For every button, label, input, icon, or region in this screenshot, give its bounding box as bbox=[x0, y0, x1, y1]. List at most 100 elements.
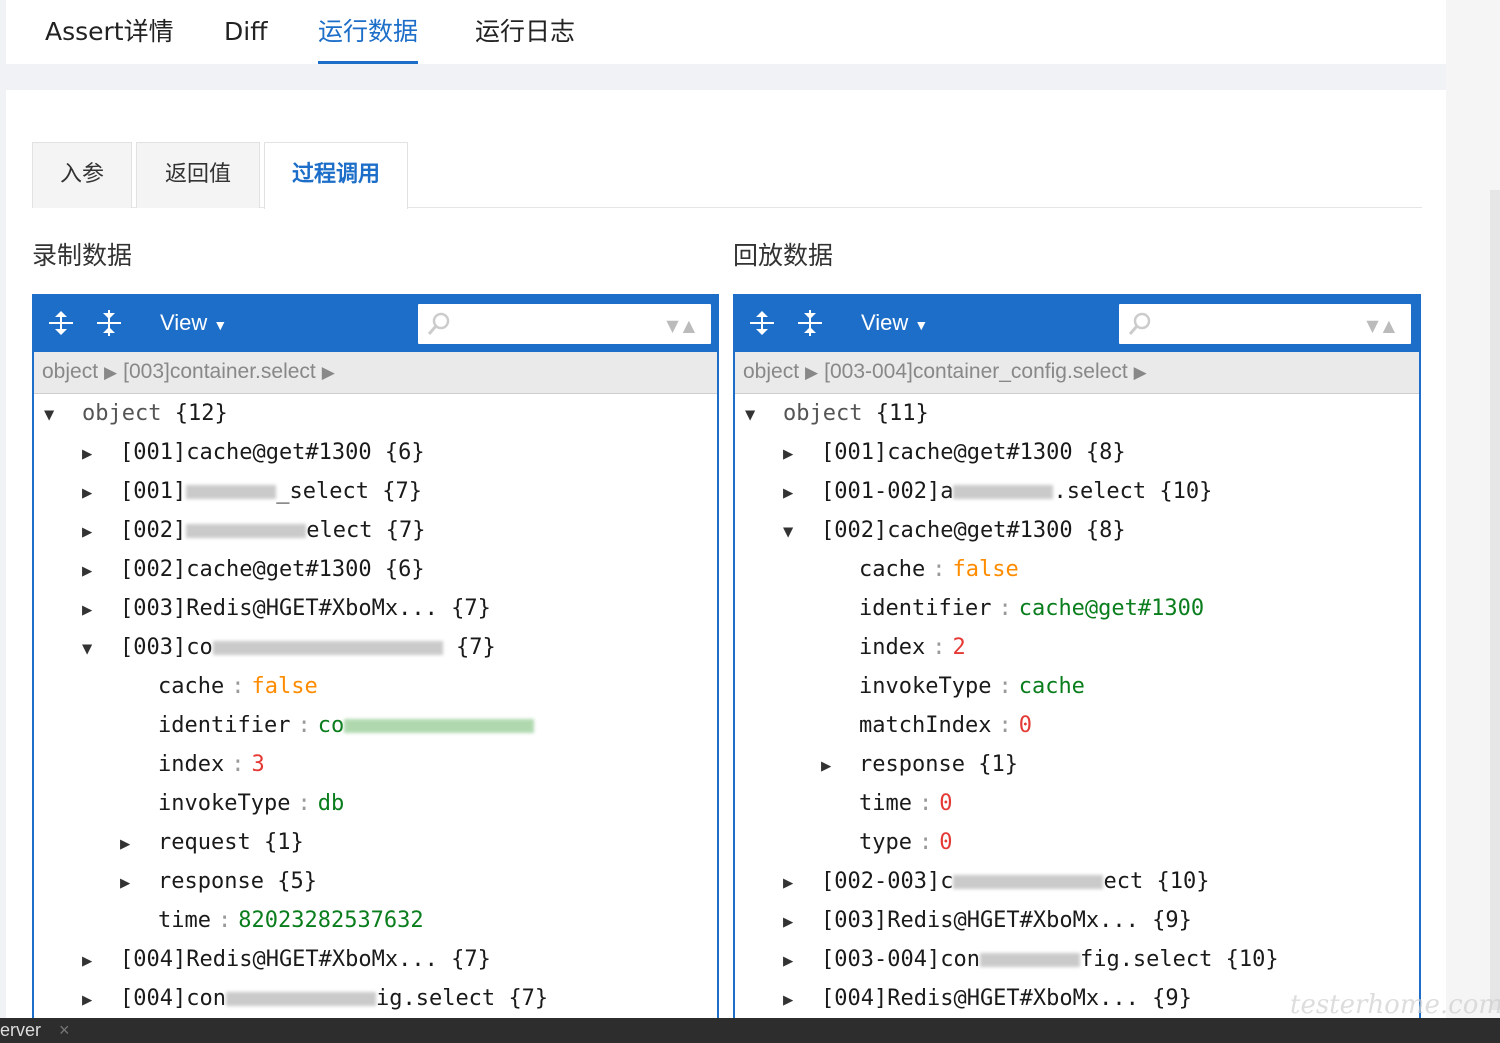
tree-row[interactable]: ▶ response {1} bbox=[821, 745, 1018, 784]
tree-row[interactable]: ▶ [003]Redis@HGET#XboMx... {9} bbox=[783, 901, 1192, 940]
tree-row[interactable]: ▶ [001]cache@get#1300 {6} bbox=[82, 433, 425, 472]
triangle-right-icon[interactable]: ▶ bbox=[783, 903, 821, 942]
triangle-right-icon[interactable]: ▶ bbox=[82, 513, 120, 552]
triangle-right-icon[interactable]: ▶ bbox=[322, 363, 335, 382]
breadcrumb-item[interactable]: object bbox=[743, 360, 799, 383]
node-count: {8} bbox=[1085, 518, 1126, 543]
tree-root-row[interactable]: ▼ object {12} bbox=[44, 394, 228, 433]
triangle-right-icon[interactable]: ▶ bbox=[783, 435, 821, 474]
node-key: time bbox=[158, 908, 211, 933]
editor-menu: View ▼ ▼▲ bbox=[735, 296, 1419, 352]
tree-leaf[interactable]: time:0 bbox=[859, 784, 952, 823]
tree-leaf[interactable]: index:2 bbox=[859, 628, 966, 667]
tree-row[interactable]: ▶ [002-003]c ect {10} bbox=[783, 862, 1209, 901]
redacted-block bbox=[953, 875, 1104, 889]
breadcrumb-item[interactable]: [003]container.select bbox=[123, 360, 316, 383]
triangle-down-icon[interactable]: ▼ bbox=[44, 396, 82, 435]
tree-root-row[interactable]: ▼ object {11} bbox=[745, 394, 929, 433]
node-key: [002-003]c bbox=[821, 869, 954, 894]
node-count: {10} bbox=[1225, 947, 1279, 972]
triangle-right-icon[interactable]: ▶ bbox=[1134, 363, 1147, 382]
node-value: 0 bbox=[939, 791, 953, 816]
tree-leaf[interactable]: identifier: co bbox=[158, 706, 535, 745]
tree-leaf[interactable]: time:82023282537632 bbox=[158, 901, 424, 940]
node-value: co bbox=[317, 713, 345, 738]
redacted-block bbox=[953, 485, 1054, 499]
node-key-suffix: .select bbox=[1053, 479, 1147, 504]
tree-leaf[interactable]: invokeType: db bbox=[158, 784, 344, 823]
tree-row[interactable]: ▶ request {1} bbox=[120, 823, 304, 862]
tree-row[interactable]: ▶ [002]cache@get#1300 {6} bbox=[82, 550, 425, 589]
tree-row[interactable]: ▶ [003-004]con fig.select {10} bbox=[783, 940, 1279, 979]
triangle-right-icon[interactable]: ▶ bbox=[82, 942, 120, 981]
node-key: time bbox=[859, 791, 912, 816]
tree-leaf[interactable]: type:0 bbox=[859, 823, 952, 862]
tab-diff[interactable]: Diff bbox=[224, 12, 267, 64]
tree-leaf[interactable]: index:3 bbox=[158, 745, 265, 784]
taskbar-tab-label[interactable]: erver bbox=[0, 1020, 41, 1040]
triangle-right-icon[interactable]: ▶ bbox=[82, 435, 120, 474]
tree-row[interactable]: ▶ [002] elect {7} bbox=[82, 511, 425, 550]
expand-all-icon[interactable] bbox=[747, 308, 777, 338]
close-icon[interactable]: × bbox=[59, 1020, 70, 1040]
node-count: {7} bbox=[451, 596, 491, 621]
triangle-right-icon[interactable]: ▶ bbox=[783, 864, 821, 903]
triangle-right-icon[interactable]: ▶ bbox=[783, 942, 821, 981]
collapse-all-icon[interactable] bbox=[795, 308, 825, 338]
expand-all-icon[interactable] bbox=[46, 308, 76, 338]
triangle-right-icon[interactable]: ▶ bbox=[783, 474, 821, 513]
page-scrollbar[interactable] bbox=[1490, 190, 1500, 1010]
sub-tabbar: 入参 返回值 过程调用 bbox=[32, 142, 1422, 209]
breadcrumb: object ▶ [003]container.select ▶ bbox=[34, 352, 717, 394]
triangle-down-icon[interactable]: ▼ bbox=[783, 513, 821, 552]
triangle-right-icon[interactable]: ▶ bbox=[120, 864, 158, 903]
tab-run-log[interactable]: 运行日志 bbox=[475, 12, 575, 64]
tree-leaf[interactable]: invokeType: cache bbox=[859, 667, 1085, 706]
tab-assert-detail[interactable]: Assert详情 bbox=[45, 12, 174, 64]
tree-row[interactable]: ▶ [001-002]a .select {10} bbox=[783, 472, 1212, 511]
node-key: invokeType bbox=[859, 674, 992, 699]
triangle-right-icon[interactable]: ▶ bbox=[120, 825, 158, 864]
tree-row[interactable]: ▶ response {5} bbox=[120, 862, 317, 901]
tab-input-params[interactable]: 入参 bbox=[32, 142, 132, 208]
triangle-right-icon[interactable]: ▶ bbox=[82, 552, 120, 591]
search-nav-arrows[interactable]: ▼▲ bbox=[666, 316, 699, 335]
tree-row[interactable]: ▶ [004]Redis@HGET#XboMx... {9} bbox=[783, 979, 1192, 1018]
tree-row-expanded[interactable]: ▼ [003]co {7} bbox=[82, 628, 496, 667]
node-count: {7} bbox=[385, 518, 426, 543]
triangle-right-icon[interactable]: ▶ bbox=[82, 474, 120, 513]
triangle-right-icon[interactable]: ▶ bbox=[82, 591, 120, 630]
tree-row[interactable]: ▶ [004]con ig.select {7} bbox=[82, 979, 548, 1018]
tree-row[interactable]: ▶ [001] _select {7} bbox=[82, 472, 422, 511]
triangle-down-icon[interactable]: ▼ bbox=[82, 630, 120, 669]
triangle-down-icon[interactable]: ▼ bbox=[745, 396, 783, 435]
tree-row[interactable]: ▶ [004]Redis@HGET#XboMx... {7} bbox=[82, 940, 491, 979]
search-input[interactable] bbox=[1159, 308, 1339, 340]
collapse-all-icon[interactable] bbox=[94, 308, 124, 338]
triangle-right-icon[interactable]: ▶ bbox=[821, 747, 859, 786]
tree-row[interactable]: ▶ [001]cache@get#1300 {8} bbox=[783, 433, 1126, 472]
tree-leaf[interactable]: matchIndex:0 bbox=[859, 706, 1032, 745]
node-key: matchIndex bbox=[859, 713, 992, 738]
triangle-right-icon[interactable]: ▶ bbox=[783, 981, 821, 1020]
search-nav-arrows[interactable]: ▼▲ bbox=[1366, 316, 1399, 335]
tree-leaf[interactable]: cache: false bbox=[158, 667, 318, 706]
node-key-suffix: ect bbox=[1103, 869, 1144, 894]
tree-leaf[interactable]: identifier: cache@get#1300 bbox=[859, 589, 1204, 628]
tree-row[interactable]: ▶ [003]Redis@HGET#XboMx... {7} bbox=[82, 589, 491, 628]
node-count: {7} bbox=[382, 479, 422, 504]
view-mode-button[interactable]: View ▼ bbox=[160, 308, 227, 340]
tree-leaf[interactable]: cache: false bbox=[859, 550, 1019, 589]
tab-return-value[interactable]: 返回值 bbox=[136, 142, 260, 208]
view-mode-button[interactable]: View ▼ bbox=[861, 308, 928, 340]
breadcrumb-item[interactable]: [003-004]container_config.select bbox=[824, 360, 1128, 383]
breadcrumb-item[interactable]: object bbox=[42, 360, 98, 383]
tab-run-data[interactable]: 运行数据 bbox=[318, 12, 419, 64]
search-input[interactable] bbox=[458, 308, 638, 340]
bottom-taskbar: erver × bbox=[0, 1018, 1500, 1043]
triangle-right-icon[interactable]: ▶ bbox=[82, 981, 120, 1020]
tab-process-calls[interactable]: 过程调用 bbox=[264, 142, 408, 209]
redacted-block bbox=[979, 953, 1080, 967]
triangle-right-icon: ▶ bbox=[104, 363, 118, 382]
tree-row-expanded[interactable]: ▼ [002]cache@get#1300 {8} bbox=[783, 511, 1126, 550]
